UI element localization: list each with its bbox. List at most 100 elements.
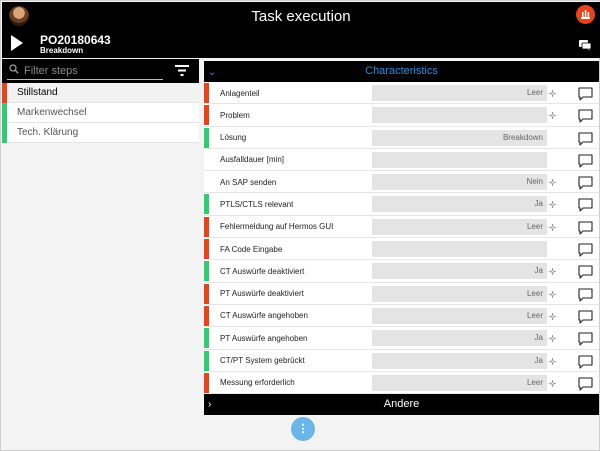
- comment-icon[interactable]: [578, 176, 593, 195]
- characteristic-row: Anlagenteil Leer: [204, 82, 599, 106]
- row-status-bar: [204, 216, 209, 237]
- comment-icon[interactable]: [578, 132, 593, 151]
- row-status-bar: [204, 105, 209, 126]
- characteristic-label: FA Code Eingabe: [220, 244, 283, 254]
- chevron-right-icon: ›: [208, 399, 212, 411]
- row-status-bar: [204, 283, 209, 304]
- fire-alarm-icon[interactable]: [576, 5, 595, 24]
- filter-steps-input[interactable]: Filter steps: [7, 62, 163, 80]
- row-status-bar: [204, 261, 209, 282]
- step-status-bar: [2, 83, 7, 103]
- comment-icon[interactable]: [578, 198, 593, 217]
- characteristics-panel: ⌄ Characteristics Anlagenteil Leer Problem…: [204, 61, 599, 416]
- sparkle-icon: [548, 329, 557, 347]
- andere-title: Andere: [383, 398, 420, 411]
- characteristic-label: CT Auswürfe angehoben: [220, 311, 308, 321]
- characteristic-row: Messung erforderlich Leer: [204, 371, 599, 396]
- characteristic-value-field[interactable]: Breakdown: [372, 129, 547, 146]
- sparkle-icon: [548, 262, 557, 280]
- sparkle-icon: [548, 352, 557, 370]
- page-title: Task execution: [251, 8, 351, 25]
- sparkle-icon: [548, 106, 557, 124]
- characteristic-row: Fehlermeldung auf Hermos GUI Leer: [204, 215, 599, 240]
- play-icon[interactable]: [11, 35, 23, 51]
- characteristic-label: PTLS/CTLS relevant: [220, 199, 294, 209]
- more-actions-button[interactable]: ⋮: [291, 417, 315, 441]
- characteristic-value-field[interactable]: Ja: [372, 263, 547, 280]
- order-type: Breakdown: [40, 46, 84, 55]
- comment-icon[interactable]: [578, 332, 593, 351]
- characteristic-value-field[interactable]: Leer: [372, 307, 547, 324]
- characteristic-row: CT/PT System gebrückt Ja: [204, 349, 599, 374]
- characteristic-value-field[interactable]: Leer: [372, 85, 547, 101]
- characteristic-label: Ausfalldauer [min]: [220, 155, 285, 165]
- comment-icon[interactable]: [578, 355, 593, 374]
- comment-icon[interactable]: [578, 310, 593, 329]
- characteristic-value-field[interactable]: [372, 151, 547, 168]
- characteristic-label: Lösung: [220, 133, 247, 143]
- step-item[interactable]: Tech. Klärung: [2, 123, 199, 143]
- chevron-down-icon: ⌄: [208, 67, 217, 78]
- characteristic-label: Messung erforderlich: [220, 378, 295, 388]
- sparkle-icon: [548, 84, 557, 102]
- chat-icon[interactable]: [579, 38, 592, 56]
- characteristics-title: Characteristics: [365, 65, 438, 77]
- row-status-bar: [204, 194, 209, 215]
- characteristic-row: FA Code Eingabe: [204, 238, 599, 262]
- step-status-bar: [2, 123, 7, 143]
- characteristics-header[interactable]: ⌄ Characteristics: [204, 61, 599, 82]
- characteristic-row: PT Auswürfe angehoben Ja: [204, 327, 599, 351]
- order-number: PO20180643: [40, 33, 111, 47]
- comment-icon[interactable]: [578, 221, 593, 240]
- row-status-bar: [204, 372, 209, 393]
- characteristic-label: PT Auswürfe angehoben: [220, 333, 308, 343]
- characteristics-rows: Anlagenteil Leer Problem Lösung Breakdown Aus…: [204, 82, 599, 396]
- comment-icon[interactable]: [578, 154, 593, 173]
- row-status-bar: [204, 305, 209, 326]
- step-label: Stillstand: [17, 87, 58, 98]
- row-status-bar: [204, 83, 209, 103]
- characteristic-label: Anlagenteil: [220, 88, 260, 98]
- characteristic-label: Fehlermeldung auf Hermos GUI: [220, 222, 334, 232]
- comment-icon[interactable]: [578, 288, 593, 307]
- top-bar: Task execution PO20180643 Breakdown: [2, 2, 600, 58]
- characteristic-value-field[interactable]: Nein: [372, 174, 547, 191]
- filter-bar: Filter steps: [2, 59, 199, 83]
- characteristic-value-field[interactable]: Ja: [372, 330, 547, 347]
- characteristic-row: PT Auswürfe deaktiviert Leer: [204, 282, 599, 307]
- step-item[interactable]: Markenwechsel: [2, 103, 199, 123]
- characteristic-value-field[interactable]: Ja: [372, 352, 547, 369]
- characteristic-row: PTLS/CTLS relevant Ja: [204, 193, 599, 217]
- comment-icon[interactable]: [578, 377, 593, 396]
- characteristic-label: Problem: [220, 110, 250, 120]
- andere-header[interactable]: › Andere: [204, 394, 599, 416]
- app-frame: Task execution PO20180643 Breakdown Filt…: [0, 0, 600, 451]
- characteristic-label: CT Auswürfe deaktiviert: [220, 266, 305, 276]
- comment-icon[interactable]: [578, 87, 593, 106]
- sparkle-icon: [548, 285, 557, 303]
- sparkle-icon: [548, 374, 557, 392]
- row-status-bar: [204, 350, 209, 371]
- characteristic-value-field[interactable]: [372, 241, 547, 258]
- sparkle-icon: [548, 173, 557, 191]
- characteristic-row: An SAP senden Nein: [204, 171, 599, 195]
- characteristic-value-field[interactable]: Leer: [372, 374, 547, 391]
- characteristic-value-field[interactable]: Leer: [372, 285, 547, 302]
- characteristic-label: An SAP senden: [220, 177, 277, 187]
- comment-icon[interactable]: [578, 265, 593, 284]
- filter-icon[interactable]: [175, 65, 189, 76]
- characteristic-label: CT/PT System gebrückt: [220, 356, 305, 366]
- step-list: Stillstand Markenwechsel Tech. Klärung: [2, 83, 199, 143]
- characteristic-row: CT Auswürfe angehoben Leer: [204, 304, 599, 329]
- characteristic-value-field[interactable]: Ja: [372, 196, 547, 213]
- characteristic-value-field[interactable]: Leer: [372, 218, 547, 235]
- characteristic-row: Ausfalldauer [min]: [204, 148, 599, 173]
- step-label: Tech. Klärung: [17, 127, 79, 138]
- characteristic-value-field[interactable]: [372, 107, 547, 124]
- step-item[interactable]: Stillstand: [2, 83, 199, 103]
- row-status-bar: [204, 127, 209, 148]
- comment-icon[interactable]: [578, 109, 593, 128]
- sparkle-icon: [548, 195, 557, 213]
- comment-icon[interactable]: [578, 243, 593, 262]
- row-status-bar: [204, 239, 209, 260]
